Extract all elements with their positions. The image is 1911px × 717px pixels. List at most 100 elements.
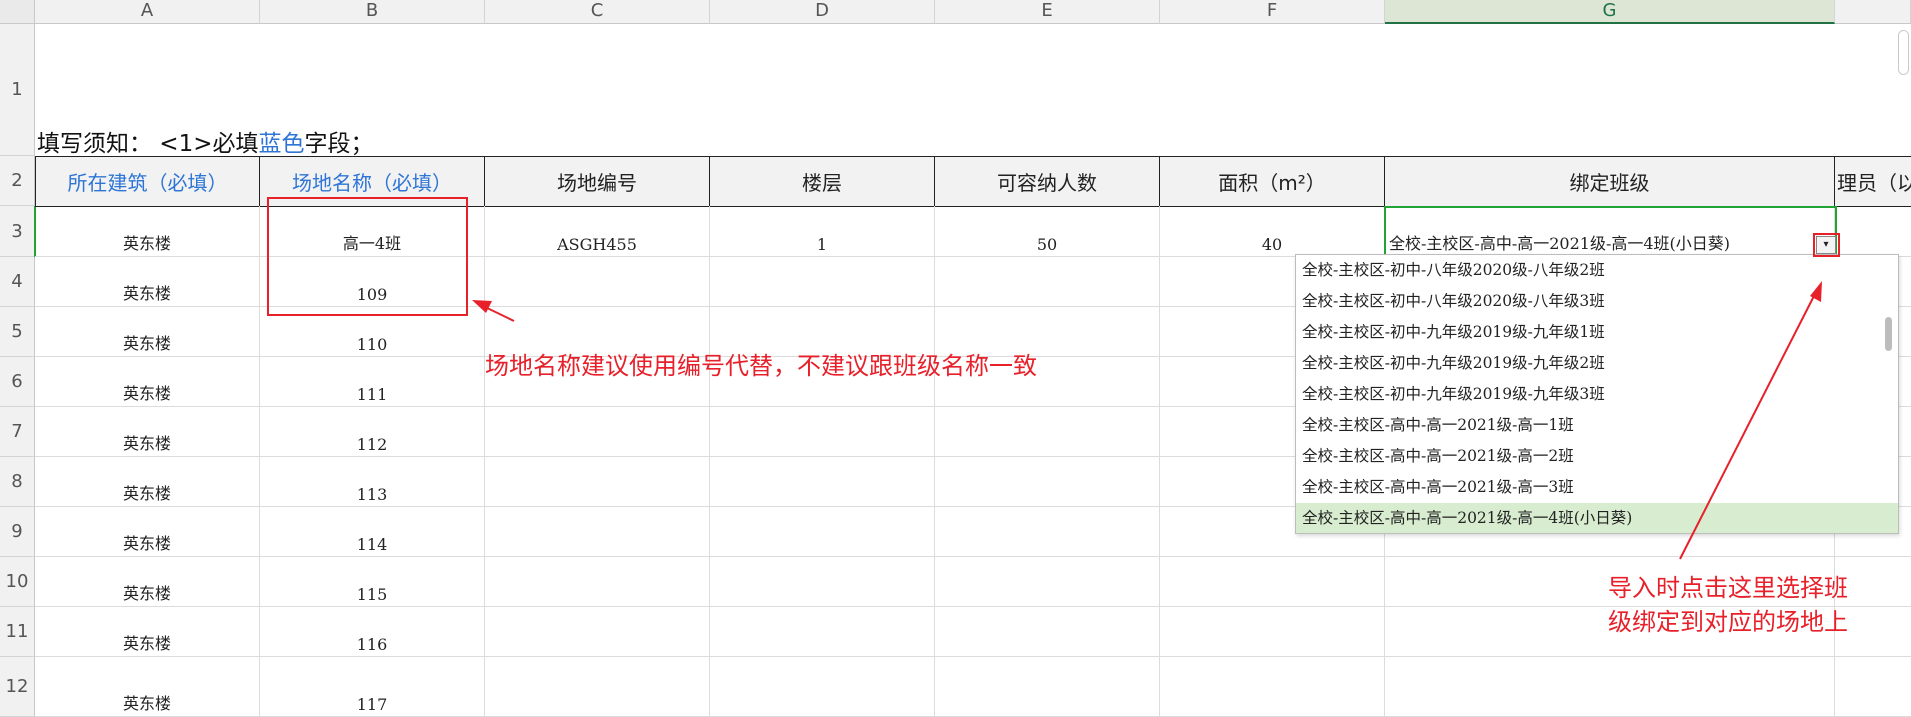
dropdown-option[interactable]: 全校-主校区-初中-九年级2019级-九年级1班 — [1296, 317, 1898, 348]
cell-venue-name[interactable]: 高一4班 — [260, 206, 485, 257]
row-header-3[interactable]: 3 — [0, 206, 35, 257]
dropdown-option[interactable]: 全校-主校区-高中-高一2021级-高一3班 — [1296, 472, 1898, 503]
cell-building[interactable]: 英东楼 — [35, 607, 260, 657]
row-header-4[interactable]: 4 — [0, 257, 35, 307]
header-manager-partial[interactable]: 理员（以 — [1835, 156, 1911, 207]
dropdown-option[interactable]: 全校-主校区-高中-高一2021级-高一2班 — [1296, 441, 1898, 472]
cell-venue-code[interactable] — [485, 557, 710, 607]
cell-building[interactable]: 英东楼 — [35, 257, 260, 307]
cell-capacity[interactable] — [935, 507, 1160, 557]
cell-building[interactable]: 英东楼 — [35, 557, 260, 607]
cell-capacity[interactable] — [935, 457, 1160, 507]
dropdown-option[interactable]: 全校-主校区-初中-八年级2020级-八年级3班 — [1296, 286, 1898, 317]
cell-area[interactable] — [1160, 657, 1385, 717]
select-all-corner[interactable] — [0, 0, 35, 24]
cell-venue-name[interactable]: 110 — [260, 307, 485, 357]
cell-building[interactable]: 英东楼 — [35, 657, 260, 717]
cell-venue-code[interactable] — [485, 407, 710, 457]
cell-floor[interactable] — [710, 407, 935, 457]
header-bind-class[interactable]: 绑定班级 — [1385, 156, 1835, 207]
cell-floor[interactable]: 1 — [710, 206, 935, 257]
cell-venue-name[interactable]: 113 — [260, 457, 485, 507]
header-area[interactable]: 面积（m²） — [1160, 156, 1385, 207]
cell-floor[interactable] — [710, 457, 935, 507]
cell-manager[interactable] — [1835, 206, 1911, 257]
cell-venue-name[interactable]: 115 — [260, 557, 485, 607]
bind-class-tip-line-2: 级绑定到对应的场地上 — [1608, 608, 1848, 636]
cell-building[interactable]: 英东楼 — [35, 307, 260, 357]
dropdown-option[interactable]: 全校-主校区-初中-九年级2019级-九年级3班 — [1296, 379, 1898, 410]
cell-manager[interactable] — [1835, 657, 1911, 717]
cell-venue-code[interactable] — [485, 657, 710, 717]
column-header-a[interactable]: A — [35, 0, 260, 24]
dropdown-option[interactable]: 全校-主校区-高中-高一2021级-高一1班 — [1296, 410, 1898, 441]
cell-capacity[interactable] — [935, 257, 1160, 307]
cell-area[interactable]: 40 — [1160, 206, 1385, 257]
column-header-e[interactable]: E — [935, 0, 1160, 24]
row-header-8[interactable]: 8 — [0, 457, 35, 507]
header-floor[interactable]: 楼层 — [710, 156, 935, 207]
cell-capacity[interactable] — [935, 607, 1160, 657]
cell-venue-name[interactable]: 116 — [260, 607, 485, 657]
cell-capacity[interactable] — [935, 407, 1160, 457]
bind-class-tip: 导入时点击这里选择班 级绑定到对应的场地上 — [1608, 571, 1848, 639]
dropdown-option[interactable]: 全校-主校区-初中-九年级2019级-九年级2班 — [1296, 348, 1898, 379]
header-capacity[interactable]: 可容纳人数 — [935, 156, 1160, 207]
column-header-g[interactable]: G — [1385, 0, 1835, 24]
dropdown-scrollbar-thumb[interactable] — [1885, 317, 1892, 351]
venue-name-tip: 场地名称建议使用编号代替，不建议跟班级名称一致 — [485, 352, 1037, 380]
row-header-7[interactable]: 7 — [0, 407, 35, 457]
cell-capacity[interactable]: 50 — [935, 206, 1160, 257]
cell-bind-class[interactable] — [1385, 657, 1835, 717]
cell-building[interactable]: 英东楼 — [35, 206, 260, 257]
column-header-h[interactable] — [1835, 0, 1911, 24]
cell-floor[interactable] — [710, 257, 935, 307]
column-header-d[interactable]: D — [710, 0, 935, 24]
cell-venue-name[interactable]: 109 — [260, 257, 485, 307]
row-header-9[interactable]: 9 — [0, 507, 35, 557]
cell-building[interactable]: 英东楼 — [35, 457, 260, 507]
cell-venue-code[interactable] — [485, 257, 710, 307]
row-header-10[interactable]: 10 — [0, 557, 35, 607]
spreadsheet-grid[interactable]: A B C D E F G 1 2 3 4 5 6 7 8 9 10 11 12… — [0, 0, 1911, 717]
cell-building[interactable]: 英东楼 — [35, 507, 260, 557]
row-header-1[interactable]: 1 — [0, 24, 35, 156]
fill-notice[interactable]: 填写须知： <1>必填蓝色字段； — [37, 124, 374, 157]
cell-area[interactable] — [1160, 607, 1385, 657]
dropdown-arrow-button[interactable]: ▾ — [1816, 236, 1836, 254]
cell-bind-class[interactable]: 全校-主校区-高中-高一2021级-高一4班(小日葵) — [1385, 206, 1835, 257]
cell-building[interactable]: 英东楼 — [35, 407, 260, 457]
cell-floor[interactable] — [710, 557, 935, 607]
cell-venue-code[interactable] — [485, 507, 710, 557]
column-header-b[interactable]: B — [260, 0, 485, 24]
row-header-11[interactable]: 11 — [0, 607, 35, 657]
cell-venue-name[interactable]: 111 — [260, 357, 485, 407]
header-building[interactable]: 所在建筑（必填） — [35, 156, 260, 207]
column-header-c[interactable]: C — [485, 0, 710, 24]
class-dropdown-list[interactable]: 全校-主校区-初中-八年级2020级-八年级2班 全校-主校区-初中-八年级202… — [1295, 254, 1899, 534]
cell-venue-code[interactable]: ASGH455 — [485, 206, 710, 257]
cell-area[interactable] — [1160, 557, 1385, 607]
column-header-f[interactable]: F — [1160, 0, 1385, 24]
cell-building[interactable]: 英东楼 — [35, 357, 260, 407]
cell-venue-code[interactable] — [485, 457, 710, 507]
cell-floor[interactable] — [710, 607, 935, 657]
cell-capacity[interactable] — [935, 657, 1160, 717]
cell-capacity[interactable] — [935, 557, 1160, 607]
cell-floor[interactable] — [710, 507, 935, 557]
header-venue-name[interactable]: 场地名称（必填） — [260, 156, 485, 207]
cell-venue-name[interactable]: 112 — [260, 407, 485, 457]
notice-blue-word: 蓝色 — [258, 131, 305, 157]
row-header-5[interactable]: 5 — [0, 307, 35, 357]
row-header-6[interactable]: 6 — [0, 357, 35, 407]
row-header-12[interactable]: 12 — [0, 657, 35, 717]
cell-venue-name[interactable]: 114 — [260, 507, 485, 557]
dropdown-option[interactable]: 全校-主校区-初中-八年级2020级-八年级2班 — [1296, 255, 1898, 286]
cell-venue-name[interactable]: 117 — [260, 657, 485, 717]
row-header-2[interactable]: 2 — [0, 156, 35, 206]
header-venue-code[interactable]: 场地编号 — [485, 156, 710, 207]
cell-floor[interactable] — [710, 657, 935, 717]
cell-venue-code[interactable] — [485, 607, 710, 657]
sheet-scrollbar-thumb[interactable] — [1898, 30, 1909, 75]
dropdown-option[interactable]: 全校-主校区-高中-高一2021级-高一4班(小日葵) — [1296, 503, 1898, 533]
